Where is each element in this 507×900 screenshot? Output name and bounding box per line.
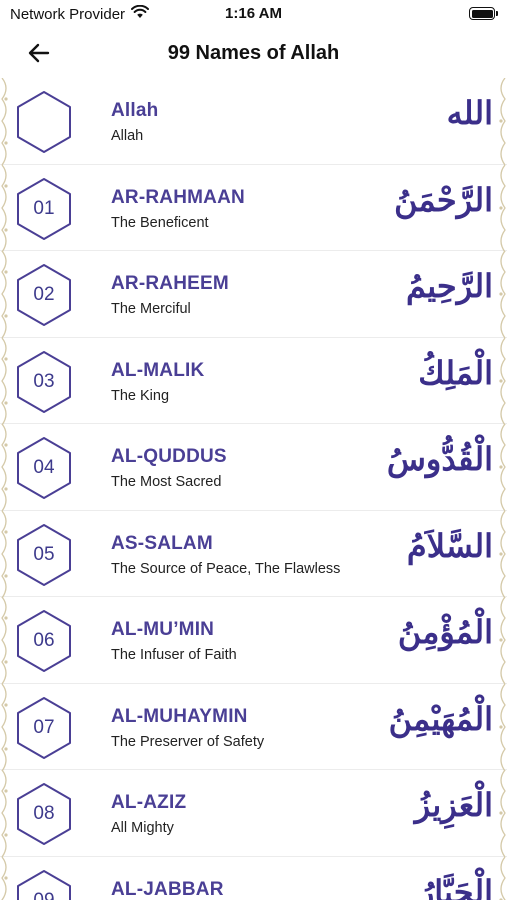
battery-icon <box>469 7 498 20</box>
transliteration: AL-JABBAR <box>111 878 224 900</box>
number-badge <box>14 90 74 154</box>
arabic-name: الْمُهَيْمِنُ <box>388 699 493 738</box>
meaning: The Most Sacred <box>111 474 222 490</box>
number-label: 07 <box>33 716 55 738</box>
arabic-name: الْمَلِكُ <box>418 353 493 392</box>
number-badge: 07 <box>14 696 74 760</box>
meaning: The King <box>111 387 170 404</box>
meaning: The Beneficent <box>111 214 209 231</box>
meaning: The Preserver of Safety <box>111 733 265 750</box>
arabic-name: الْعَزِيزُ <box>414 786 493 824</box>
name-block: AL-AZIZ All Mighty <box>111 792 186 836</box>
transliteration: AL-MU’MIN <box>111 619 215 640</box>
names-list[interactable]: Allah Allah الله 01 AR-RAHMAAN The Beneficent… <box>0 78 507 900</box>
transliteration: AL-QUDDUS <box>111 446 227 467</box>
ornament-border-left <box>0 250 12 339</box>
transliteration: AL-AZIZ <box>111 792 187 813</box>
meaning: The Merciful <box>111 301 191 317</box>
arabic-name: الرَّحْمَنُ <box>394 180 493 219</box>
number-label <box>14 90 74 154</box>
ornament-border-left <box>0 337 12 425</box>
arabic-name: الرَّحِيمُ <box>405 267 493 305</box>
list-item[interactable]: 08 AL-AZIZ All Mighty الْعَزِيزُ <box>0 769 507 858</box>
ornament-border-left <box>0 423 12 512</box>
list-item[interactable]: 06 AL-MU’MIN The Infuser of Faith الْمُؤْمِ… <box>0 596 507 685</box>
list-item[interactable]: 04 AL-QUDDUS The Most Sacred الْقُدُّوسُ <box>0 423 507 512</box>
battery-fill <box>471 9 493 18</box>
transliteration: AS-SALAM <box>111 532 213 554</box>
ornament-border-right <box>495 856 507 900</box>
transliteration: AR-RAHMAAN <box>111 186 245 208</box>
status-bar: Network Provider 1:16 AM <box>0 0 507 28</box>
meaning: The Infuser of Faith <box>111 647 237 663</box>
meaning: The Source of Peace, The Flawless <box>111 560 341 577</box>
page-title: 99 Names of Allah <box>167 42 340 64</box>
transliteration: Allah <box>111 100 159 121</box>
number-badge: 05 <box>14 523 74 587</box>
number-badge: 01 <box>14 177 74 241</box>
name-block: AL-MALIK The King <box>111 360 204 404</box>
name-block: AS-SALAM The Source of Peace, The Flawles… <box>111 533 340 577</box>
number-label: 08 <box>33 803 55 824</box>
name-block: AL-MUHAYMIN The Preserver of Safety <box>111 706 264 750</box>
number-badge: 08 <box>14 782 74 846</box>
name-block: AR-RAHMAAN The Beneficent <box>111 187 245 231</box>
number-label: 06 <box>33 630 55 651</box>
arabic-name: الْقُدُّوسُ <box>386 440 493 478</box>
number-badge: 04 <box>14 436 74 500</box>
ornament-border-left <box>0 683 12 771</box>
ornament-border-right <box>495 510 507 598</box>
name-block: AL-MU’MIN The Infuser of Faith <box>111 619 237 663</box>
ornament-border-right <box>495 337 507 425</box>
ornament-border-left <box>0 164 12 252</box>
transliteration: AR-RAHEEM <box>111 273 229 294</box>
arabic-name: الْجَبَّارُ <box>418 872 493 900</box>
name-block: AL-JABBAR <box>111 879 224 900</box>
transliteration: AL-MUHAYMIN <box>111 705 248 727</box>
list-item[interactable]: 03 AL-MALIK The King الْمَلِكُ <box>0 337 507 425</box>
number-label: 05 <box>33 543 55 565</box>
name-block: AL-QUDDUS The Most Sacred <box>111 446 227 490</box>
number-label: 09 <box>33 889 55 900</box>
ornament-border-right <box>495 769 507 858</box>
meaning: Allah <box>111 128 144 144</box>
ornament-border-left <box>0 596 12 685</box>
list-item[interactable]: 09 AL-JABBAR الْجَبَّارُ <box>0 856 507 900</box>
ornament-border-left <box>0 769 12 858</box>
ornament-border-left <box>0 78 12 166</box>
list-item[interactable]: 05 AS-SALAM The Source of Peace, The Flawl… <box>0 510 507 598</box>
ornament-border-right <box>495 683 507 771</box>
number-badge: 03 <box>14 350 74 414</box>
list-item[interactable]: Allah Allah الله <box>0 78 507 166</box>
number-label: 01 <box>33 197 55 219</box>
number-label: 03 <box>33 370 55 392</box>
ornament-border-left <box>0 856 12 900</box>
ornament-border-right <box>495 164 507 252</box>
ornament-border-right <box>495 423 507 512</box>
arabic-name: الله <box>446 94 493 132</box>
ornament-border-right <box>495 596 507 685</box>
transliteration: AL-MALIK <box>111 359 205 381</box>
list-item[interactable]: 02 AR-RAHEEM The Merciful الرَّحِيمُ <box>0 250 507 339</box>
arabic-name: السَّلاَمُ <box>406 526 493 565</box>
meaning: All Mighty <box>111 820 174 836</box>
number-badge: 09 <box>14 869 74 900</box>
ornament-border-right <box>495 250 507 339</box>
arabic-name: الْمُؤْمِنُ <box>397 613 493 651</box>
number-label: 02 <box>33 284 55 305</box>
number-label: 04 <box>33 457 55 478</box>
ornament-border-left <box>0 510 12 598</box>
number-badge: 06 <box>14 609 74 673</box>
list-item[interactable]: 01 AR-RAHMAAN The Beneficent الرَّحْمَنُ <box>0 164 507 252</box>
status-time: 1:16 AM <box>225 5 282 22</box>
name-block: Allah Allah <box>111 100 158 144</box>
number-badge: 02 <box>14 263 74 327</box>
name-block: AR-RAHEEM The Merciful <box>111 273 229 317</box>
list-item[interactable]: 07 AL-MUHAYMIN The Preserver of Safety الْم… <box>0 683 507 771</box>
nav-bar: 99 Names of Allah <box>0 28 507 78</box>
ornament-border-right <box>495 78 507 166</box>
